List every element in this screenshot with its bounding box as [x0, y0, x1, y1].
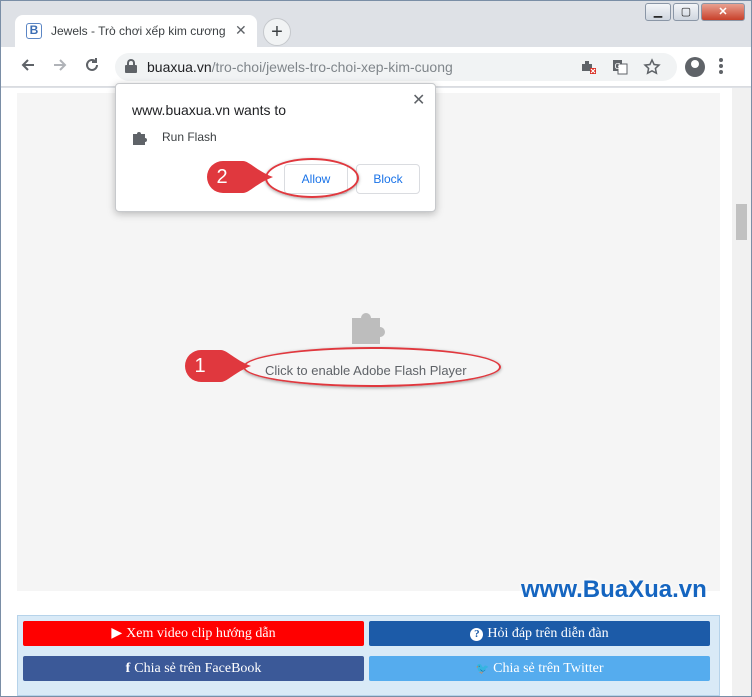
- back-icon[interactable]: [15, 54, 41, 80]
- share-panel: ▶ Xem video clip hướng dẫn ? Hỏi đáp trên …: [17, 615, 720, 696]
- account-icon[interactable]: [685, 57, 705, 77]
- highlight-allow-ellipse: [265, 158, 359, 198]
- youtube-icon: ▶: [111, 626, 123, 641]
- step-1-marker: 1: [183, 348, 251, 384]
- scrollbar[interactable]: [732, 88, 751, 696]
- highlight-flash-ellipse: [243, 347, 501, 387]
- question-icon: ?: [470, 628, 484, 641]
- watermark: www.BuaXua.vn: [521, 576, 707, 603]
- star-icon[interactable]: [643, 58, 661, 76]
- minimize-button[interactable]: ▁: [645, 3, 671, 21]
- twitter-icon: 🐦: [475, 663, 490, 675]
- svg-text:G: G: [615, 62, 621, 71]
- video-guide-button[interactable]: ▶ Xem video clip hướng dẫn: [23, 621, 364, 646]
- window-controls: ▁ ▢ ✕: [643, 3, 745, 23]
- tab-strip: B Jewels - Trò chơi xếp kim cương ✕ + ▁ …: [1, 1, 751, 47]
- facebook-share-button[interactable]: f Chia sẻ trên FaceBook: [23, 656, 364, 681]
- browser-window: B Jewels - Trò chơi xếp kim cương ✕ + ▁ …: [0, 0, 752, 697]
- favicon-icon: B: [26, 23, 42, 39]
- translate-icon[interactable]: G: [611, 58, 629, 76]
- block-button[interactable]: Block: [356, 164, 420, 194]
- forum-button[interactable]: ? Hỏi đáp trên diễn đàn: [369, 621, 710, 646]
- plugin-icon: [348, 306, 392, 344]
- close-icon[interactable]: ✕: [412, 90, 425, 110]
- plugin-icon: [132, 129, 148, 145]
- toolbar: buaxua.vn/tro-choi/jewels-tro-choi-xep-k…: [1, 47, 751, 87]
- flash-permission-popup: www.buaxua.vn wants to ✕ Run Flash Allow…: [115, 83, 436, 212]
- menu-icon[interactable]: [718, 57, 724, 77]
- tab-jewels[interactable]: B Jewels - Trò chơi xếp kim cương ✕: [15, 15, 257, 47]
- new-tab-button[interactable]: +: [263, 18, 291, 46]
- forward-icon[interactable]: [47, 54, 73, 80]
- reload-icon[interactable]: [79, 54, 105, 80]
- step-2-marker: 2: [205, 159, 273, 195]
- maximize-button[interactable]: ▢: [673, 3, 699, 21]
- popup-title: www.buaxua.vn wants to: [132, 102, 287, 118]
- scrollbar-thumb[interactable]: [736, 204, 747, 240]
- address-bar[interactable]: buaxua.vn/tro-choi/jewels-tro-choi-xep-k…: [115, 53, 677, 81]
- lock-icon[interactable]: [125, 59, 137, 73]
- permission-label: Run Flash: [162, 130, 217, 144]
- close-window-button[interactable]: ✕: [701, 3, 745, 21]
- flash-blocked-icon[interactable]: [579, 58, 597, 76]
- twitter-share-button[interactable]: 🐦 Chia sẻ trên Twitter: [369, 656, 710, 681]
- url-text[interactable]: buaxua.vn/tro-choi/jewels-tro-choi-xep-k…: [147, 59, 453, 75]
- facebook-icon: f: [125, 661, 131, 676]
- close-tab-icon[interactable]: ✕: [235, 22, 247, 39]
- tab-title: Jewels - Trò chơi xếp kim cương: [51, 24, 226, 38]
